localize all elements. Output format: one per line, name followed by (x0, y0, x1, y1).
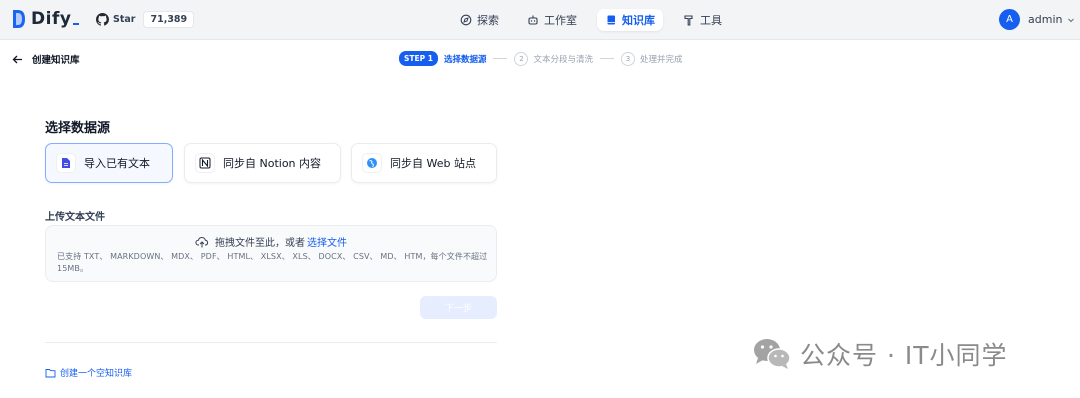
source-option-notion[interactable]: 同步自 Notion 内容 (184, 143, 341, 183)
nav-explore[interactable]: 探索 (452, 9, 507, 31)
next-step-button[interactable]: 下一步 (420, 296, 497, 319)
section-title: 选择数据源 (45, 121, 111, 136)
dropzone-prompt: 拖拽文件至此，或者 选择文件 (46, 234, 496, 249)
nav-studio[interactable]: 工作室 (519, 9, 585, 31)
step-divider (600, 58, 614, 59)
logo-underscore (73, 23, 80, 25)
globe-icon (362, 153, 382, 173)
back-button[interactable]: 创建知识库 (12, 52, 80, 66)
upload-section-title: 上传文本文件 (45, 212, 105, 223)
chevron-down-icon (1068, 18, 1075, 22)
step-indicator: STEP 1 选择数据源 2 文本分段与清洗 3 处理并完成 (399, 51, 683, 66)
nav-studio-label: 工作室 (544, 14, 577, 27)
main-nav: 探索 工作室 知识库 工具 (452, 9, 742, 31)
github-star-widget[interactable]: Star 71,389 (96, 11, 195, 28)
nav-knowledge-label: 知识库 (622, 14, 655, 27)
github-icon (96, 13, 109, 26)
nav-tools-label: 工具 (700, 14, 722, 27)
step-1-label: 选择数据源 (443, 54, 487, 65)
watermark-text: 公众号 · IT小同学 (800, 341, 1008, 370)
source-option-web-label: 同步自 Web 站点 (390, 157, 476, 170)
page-title: 创建知识库 (32, 55, 80, 66)
supported-formats-text: 已支持 TXT、 MARKDOWN、 MDX、 PDF、 HTML、 XLSX、… (57, 252, 488, 273)
dify-logo[interactable]: Dify (12, 9, 80, 29)
step-2-number: 2 (514, 51, 529, 66)
robot-icon (527, 14, 539, 26)
dify-logo-icon (12, 9, 26, 29)
logo-text: Dify (31, 9, 72, 29)
nav-knowledge[interactable]: 知识库 (597, 9, 663, 31)
avatar: A (999, 9, 1020, 30)
github-star-label: Star (113, 14, 136, 25)
cloud-upload-icon (195, 236, 209, 247)
user-menu[interactable]: A admin (999, 9, 1075, 30)
step-2-label: 文本分段与清洗 (533, 54, 593, 65)
source-option-notion-label: 同步自 Notion 内容 (223, 157, 322, 170)
step-3-number: 3 (621, 51, 635, 66)
notion-icon (195, 153, 215, 173)
arrow-left-icon (12, 55, 22, 63)
document-icon (56, 153, 76, 173)
book-icon (605, 14, 617, 26)
nav-explore-label: 探索 (477, 14, 499, 27)
file-dropzone[interactable]: 拖拽文件至此，或者 选择文件 已支持 TXT、 MARKDOWN、 MDX、 P… (45, 225, 497, 282)
step-divider (493, 58, 508, 59)
source-option-file[interactable]: 导入已有文本 (45, 143, 173, 183)
folder-icon (45, 368, 56, 377)
github-star-count: 71,389 (143, 11, 195, 28)
nav-tools[interactable]: 工具 (675, 9, 730, 31)
source-option-file-label: 导入已有文本 (84, 157, 150, 170)
divider (45, 342, 497, 343)
step-1-badge: STEP 1 (399, 51, 438, 66)
create-empty-knowledge-label: 创建一个空知识库 (60, 369, 133, 379)
dropzone-text: 拖拽文件至此，或者 (215, 238, 305, 249)
user-name: admin (1028, 13, 1063, 26)
watermark: 公众号 · IT小同学 (752, 336, 1008, 372)
wechat-logo-icon (754, 339, 791, 369)
top-navigation-bar: Dify Star 71,389 探索 工作室 知识库 工具 A admin (0, 0, 1080, 40)
compass-icon (460, 14, 472, 26)
hammer-icon (683, 14, 695, 26)
source-option-web[interactable]: 同步自 Web 站点 (351, 143, 497, 183)
create-empty-knowledge-link[interactable]: 创建一个空知识库 (45, 366, 132, 379)
choose-file-link[interactable]: 选择文件 (307, 234, 347, 249)
step-3-label: 处理并完成 (640, 54, 683, 65)
